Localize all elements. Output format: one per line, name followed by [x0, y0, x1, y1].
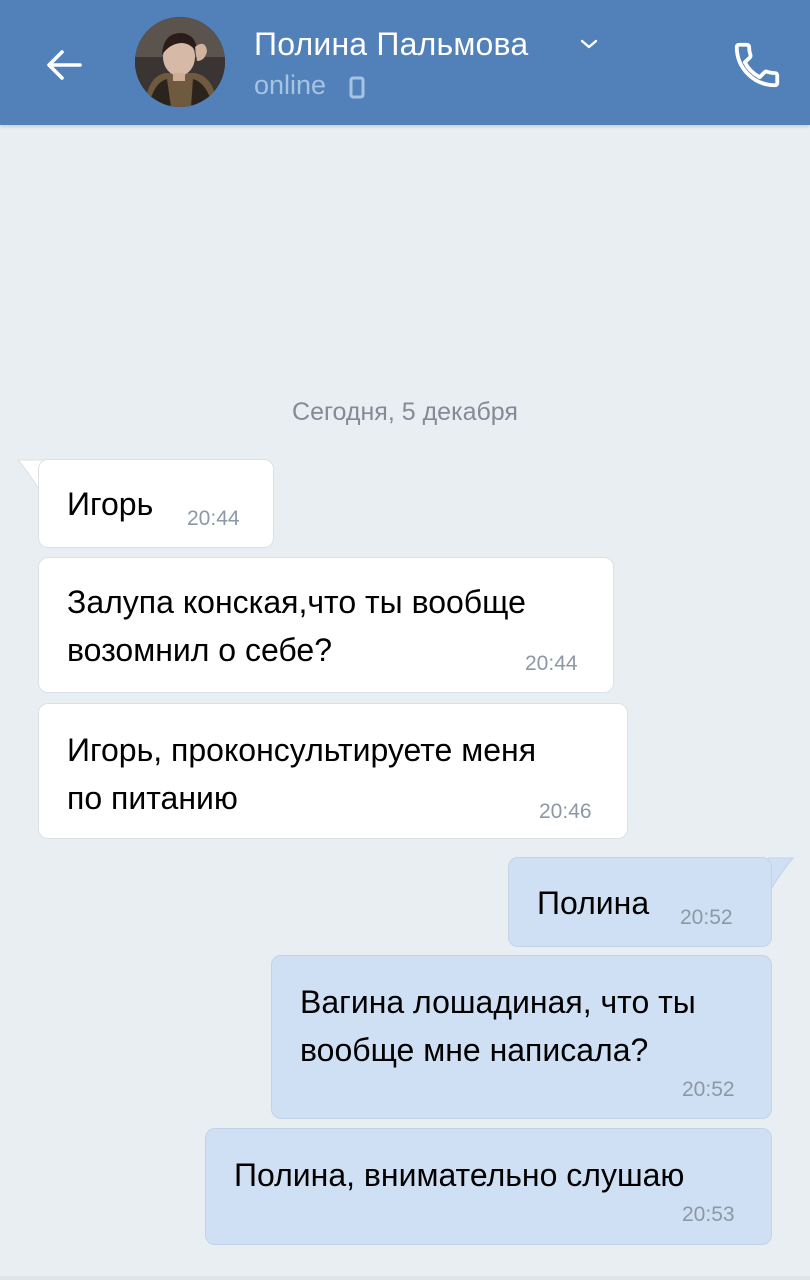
message-time: 20:46	[539, 800, 592, 823]
contact-name[interactable]: Полина Пальмова	[254, 26, 528, 63]
avatar[interactable]	[135, 17, 225, 107]
message-bubble-incoming[interactable]: Игорь 20:44	[38, 459, 274, 548]
message-bubble-incoming[interactable]: Игорь, проконсультируете меня по питанию…	[38, 703, 628, 839]
message-text: по питанию	[67, 780, 238, 816]
message-bubble-outgoing[interactable]: Полина, внимательно слушаю 20:53	[205, 1128, 772, 1245]
message-bubble-incoming[interactable]: Залупа конская,что ты вообще возомнил о …	[38, 557, 614, 693]
chevron-down-icon[interactable]	[578, 36, 600, 52]
message-bubble-outgoing[interactable]: Вагина лошадиная, что ты вообще мне напи…	[271, 955, 772, 1119]
online-status: online	[254, 70, 327, 100]
phone-call-icon	[734, 42, 780, 88]
message-time: 20:52	[682, 1078, 735, 1101]
message-time: 20:44	[525, 652, 578, 675]
message-text: возомнил о себе?	[67, 632, 332, 668]
message-time: 20:52	[680, 906, 733, 929]
message-text: Полина	[537, 885, 650, 921]
message-text: Полина, внимательно слушаю	[234, 1157, 685, 1193]
avatar-photo	[135, 17, 225, 107]
message-text: вообще мне написала?	[300, 1032, 649, 1068]
mobile-phone-icon	[349, 76, 365, 100]
message-time: 20:44	[187, 507, 240, 530]
date-separator: Сегодня, 5 декабря	[292, 398, 518, 426]
message-text: Игорь, проконсультируете меня	[67, 732, 537, 768]
call-button[interactable]	[730, 38, 784, 92]
message-text: Вагина лошадиная, что ты	[300, 984, 696, 1020]
bottom-divider	[0, 1276, 810, 1280]
message-text: Залупа конская,что ты вообще	[67, 584, 526, 620]
message-time: 20:53	[682, 1203, 735, 1226]
back-button[interactable]	[36, 37, 92, 93]
back-arrow-icon	[47, 50, 82, 80]
chat-header: Полина Пальмова online	[0, 0, 810, 125]
message-bubble-outgoing[interactable]: Полина 20:52	[508, 857, 772, 947]
message-text: Игорь	[67, 486, 154, 522]
